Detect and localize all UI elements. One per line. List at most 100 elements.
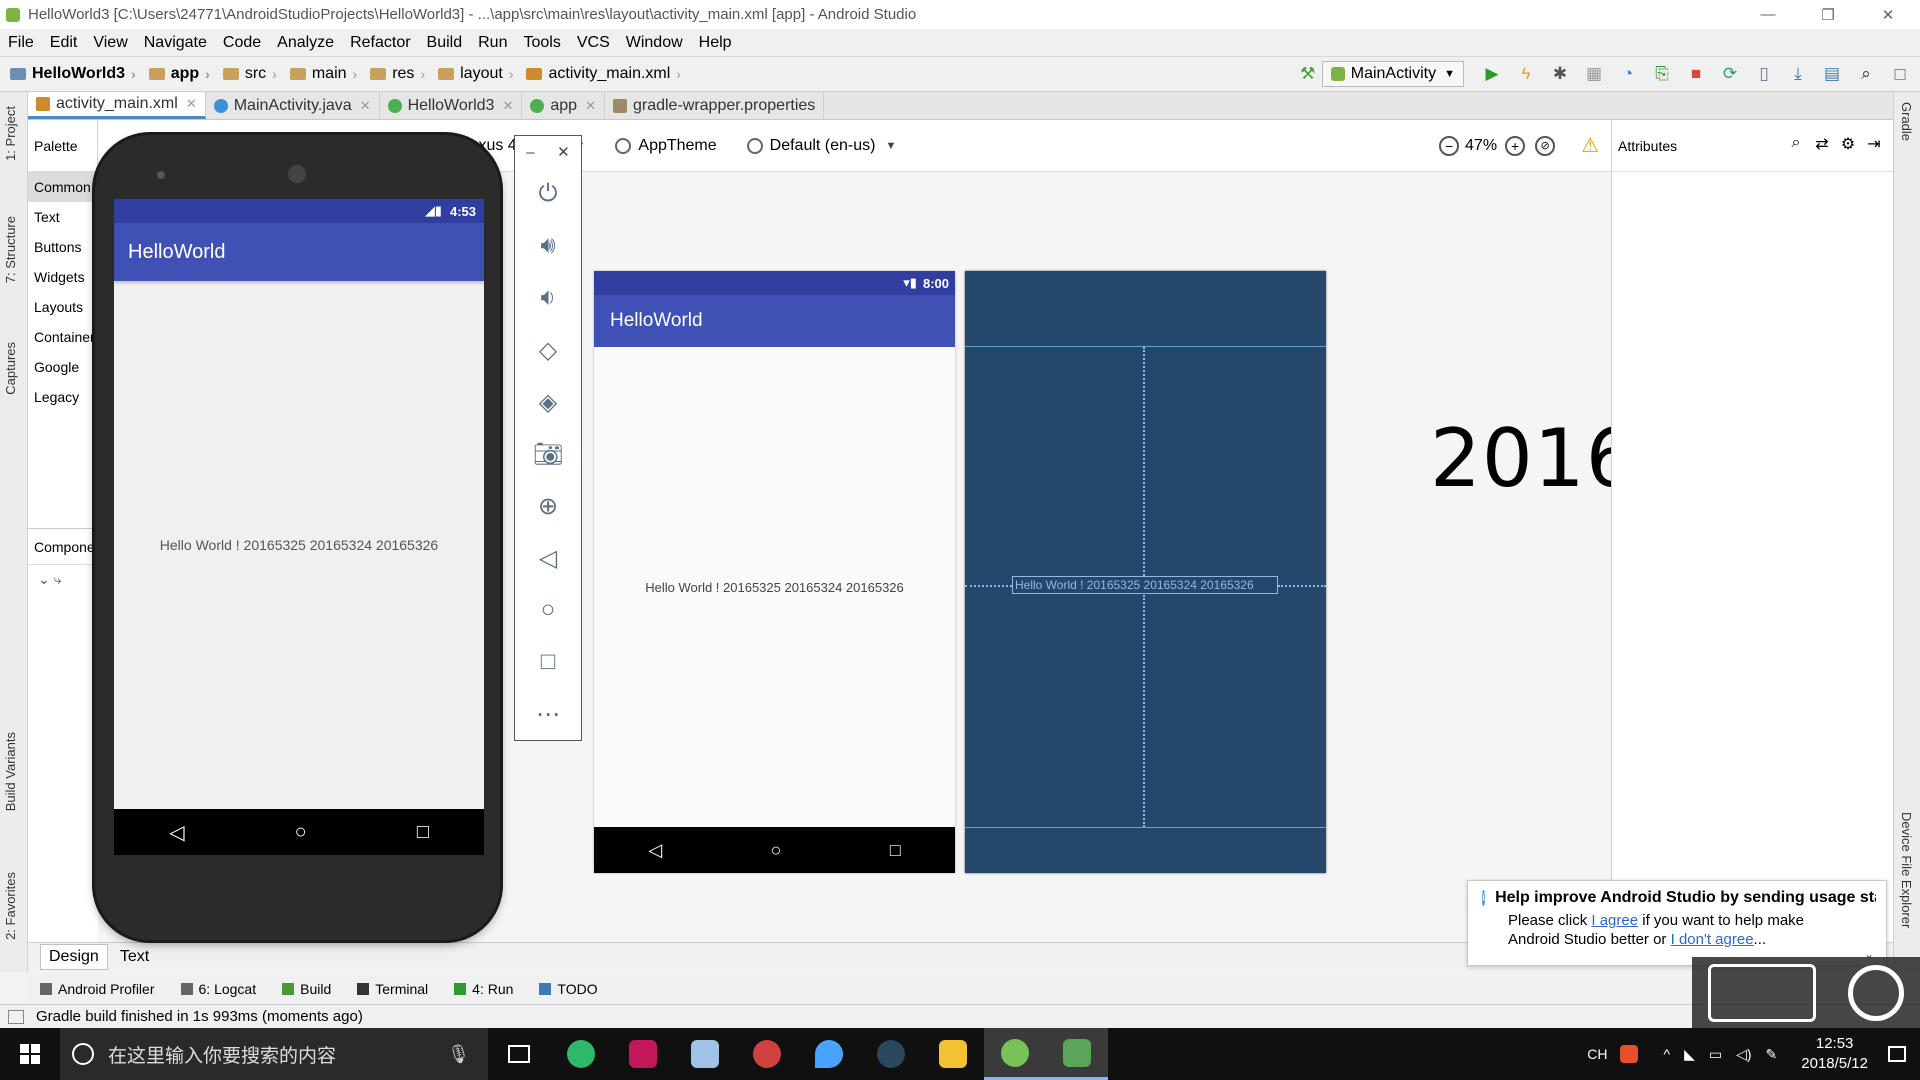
attach-debugger-icon[interactable]: ⎘ <box>1648 60 1676 88</box>
palette-category-widgets[interactable]: Widgets <box>28 262 97 292</box>
zoom-to-fit-icon[interactable]: ⊘ <box>1535 135 1556 156</box>
close-icon[interactable]: ✕ <box>557 143 570 161</box>
palette-category-buttons[interactable]: Buttons <box>28 232 97 262</box>
volume-down-button[interactable]: 🔉︎ <box>515 272 581 324</box>
project-structure-icon[interactable]: ▤ <box>1818 60 1846 88</box>
taskbar-app-intellij[interactable] <box>612 1028 674 1080</box>
tab-text[interactable]: Text <box>112 945 157 969</box>
debug-icon[interactable]: ✱ <box>1546 60 1574 88</box>
notification-center-icon[interactable] <box>1888 1046 1906 1062</box>
swap-icon[interactable]: ⇄ <box>1809 134 1835 154</box>
rotate-right-button[interactable]: ◈ <box>515 376 581 428</box>
back-icon[interactable]: ◁ <box>169 820 184 845</box>
hide-panel-icon[interactable]: ⇥ <box>1861 134 1887 154</box>
coverage-icon[interactable]: ▦ <box>1580 60 1608 88</box>
overview-button[interactable]: □ <box>515 636 581 688</box>
taskbar-search-box[interactable]: 在这里输入你要搜索的内容 🎙︎ <box>60 1028 488 1080</box>
disagree-link[interactable]: I don't agree <box>1671 931 1754 948</box>
taskbar-app-steam[interactable] <box>860 1028 922 1080</box>
taskbar-app-virtualbox[interactable] <box>674 1028 736 1080</box>
breadcrumb-main[interactable]: main › <box>280 65 360 83</box>
volume-icon[interactable]: ◁) <box>1736 1046 1751 1063</box>
tool-android-profiler[interactable]: Android Profiler <box>40 981 155 997</box>
microphone-icon[interactable]: 🎙︎ <box>447 1044 470 1065</box>
menu-window[interactable]: Window <box>618 34 691 52</box>
rotate-left-button[interactable]: ◇ <box>515 324 581 376</box>
minimize-icon[interactable]: – <box>526 144 534 161</box>
menu-tools[interactable]: Tools <box>515 34 568 52</box>
blueprint-view[interactable]: Hello World ! 20165325 20165324 20165326 <box>965 271 1326 873</box>
design-preview[interactable]: ▾▮ 8:00 HelloWorld Hello World ! 20165325… <box>594 271 955 873</box>
tree-node-root[interactable]: ⌄ ⤷ <box>28 565 98 594</box>
taskbar-app-file-explorer[interactable] <box>922 1028 984 1080</box>
palette-category-google[interactable]: Google <box>28 352 97 382</box>
agree-link[interactable]: I agree <box>1591 912 1638 929</box>
profile-icon[interactable]: ◔ <box>1614 60 1642 88</box>
stop-icon[interactable]: ■ <box>1682 60 1710 88</box>
battery-icon[interactable]: ▭ <box>1709 1046 1722 1063</box>
task-view-button[interactable] <box>488 1028 550 1080</box>
taskbar-app-balloon[interactable] <box>798 1028 860 1080</box>
menu-edit[interactable]: Edit <box>42 34 86 52</box>
home-button[interactable]: ○ <box>515 584 581 636</box>
palette-category-text[interactable]: Text <box>28 202 97 232</box>
minimize-button[interactable]: — <box>1740 0 1796 29</box>
emulator-screen[interactable]: ◢▮ 4:53 HelloWorld Hello World ! 20165325… <box>114 199 484 809</box>
locale-select[interactable]: Default (en-us) ▼ <box>746 137 896 155</box>
run-icon[interactable]: ▶ <box>1478 60 1506 88</box>
menu-file[interactable]: File <box>0 34 42 52</box>
menu-refactor[interactable]: Refactor <box>342 34 418 52</box>
breadcrumb-project[interactable]: HelloWorld3 › <box>0 65 139 83</box>
menu-code[interactable]: Code <box>215 34 269 52</box>
tool-window-favorites[interactable]: 2: Favorites <box>3 872 18 940</box>
taskbar-app-browser[interactable] <box>550 1028 612 1080</box>
blueprint-textview[interactable]: Hello World ! 20165325 20165324 20165326 <box>1012 576 1278 594</box>
clock[interactable]: 12:53 2018/5/12 <box>1801 1034 1868 1074</box>
sogou-ime-icon[interactable] <box>1619 1045 1638 1063</box>
breadcrumb-app[interactable]: app › <box>139 65 213 83</box>
search-icon[interactable]: ⌕ <box>1852 60 1880 88</box>
sdk-manager-icon[interactable]: ⤓ <box>1784 60 1812 88</box>
tool-window-captures[interactable]: Captures <box>3 342 18 395</box>
tool-todo[interactable]: TODO <box>539 981 598 997</box>
screenshot-button[interactable]: 📷︎ <box>515 428 581 480</box>
tool-window-project[interactable]: 1: Project <box>3 106 18 161</box>
close-button[interactable]: ✕ <box>1860 0 1916 29</box>
menu-help[interactable]: Help <box>691 34 740 52</box>
tab-activity-main-xml[interactable]: activity_main.xml ✕ <box>28 92 206 119</box>
zoom-in-icon[interactable]: + <box>1505 135 1526 156</box>
network-icon[interactable]: ◣ <box>1684 1046 1695 1063</box>
zoom-button[interactable]: ⊕ <box>515 480 581 532</box>
overview-icon[interactable]: □ <box>417 821 429 844</box>
palette-category-common[interactable]: Common <box>28 172 97 202</box>
more-button[interactable]: ⋯ <box>515 688 581 740</box>
chevron-up-icon[interactable]: ^ <box>1664 1046 1671 1062</box>
menu-vcs[interactable]: VCS <box>569 34 618 52</box>
close-icon[interactable]: ✕ <box>360 98 371 114</box>
taskbar-app-emulator[interactable] <box>1046 1028 1108 1080</box>
home-icon[interactable]: ○ <box>295 821 307 844</box>
menu-analyze[interactable]: Analyze <box>269 34 342 52</box>
tab-app[interactable]: app ✕ <box>522 92 605 119</box>
tool-window-gradle[interactable]: Gradle <box>1899 102 1914 141</box>
breadcrumb-res[interactable]: res › <box>360 65 428 83</box>
warning-icon[interactable]: ⚠ <box>1581 133 1599 158</box>
pen-icon[interactable]: ✎ <box>1766 1046 1778 1063</box>
tool-run[interactable]: 4: Run <box>454 981 513 997</box>
tool-terminal[interactable]: Terminal <box>357 981 428 997</box>
back-button[interactable]: ◁ <box>515 532 581 584</box>
palette-category-legacy[interactable]: Legacy <box>28 382 97 412</box>
taskbar-app-android-studio[interactable] <box>984 1028 1046 1080</box>
search-icon[interactable]: ⌕ <box>1783 134 1809 154</box>
make-project-icon[interactable]: ⚒ <box>1294 60 1322 88</box>
maximize-button[interactable]: ❐ <box>1800 0 1856 29</box>
menu-build[interactable]: Build <box>419 34 471 52</box>
ime-indicator[interactable]: CH <box>1587 1046 1607 1062</box>
user-icon[interactable]: ◻ <box>1886 60 1914 88</box>
menu-navigate[interactable]: Navigate <box>136 34 215 52</box>
tab-gradle-wrapper-properties[interactable]: gradle-wrapper.properties <box>605 92 825 119</box>
tab-design[interactable]: Design <box>40 943 108 970</box>
run-configuration-select[interactable]: MainActivity ▼ <box>1321 61 1464 87</box>
menu-run[interactable]: Run <box>470 34 515 52</box>
breadcrumb-layout[interactable]: layout › <box>428 65 516 83</box>
